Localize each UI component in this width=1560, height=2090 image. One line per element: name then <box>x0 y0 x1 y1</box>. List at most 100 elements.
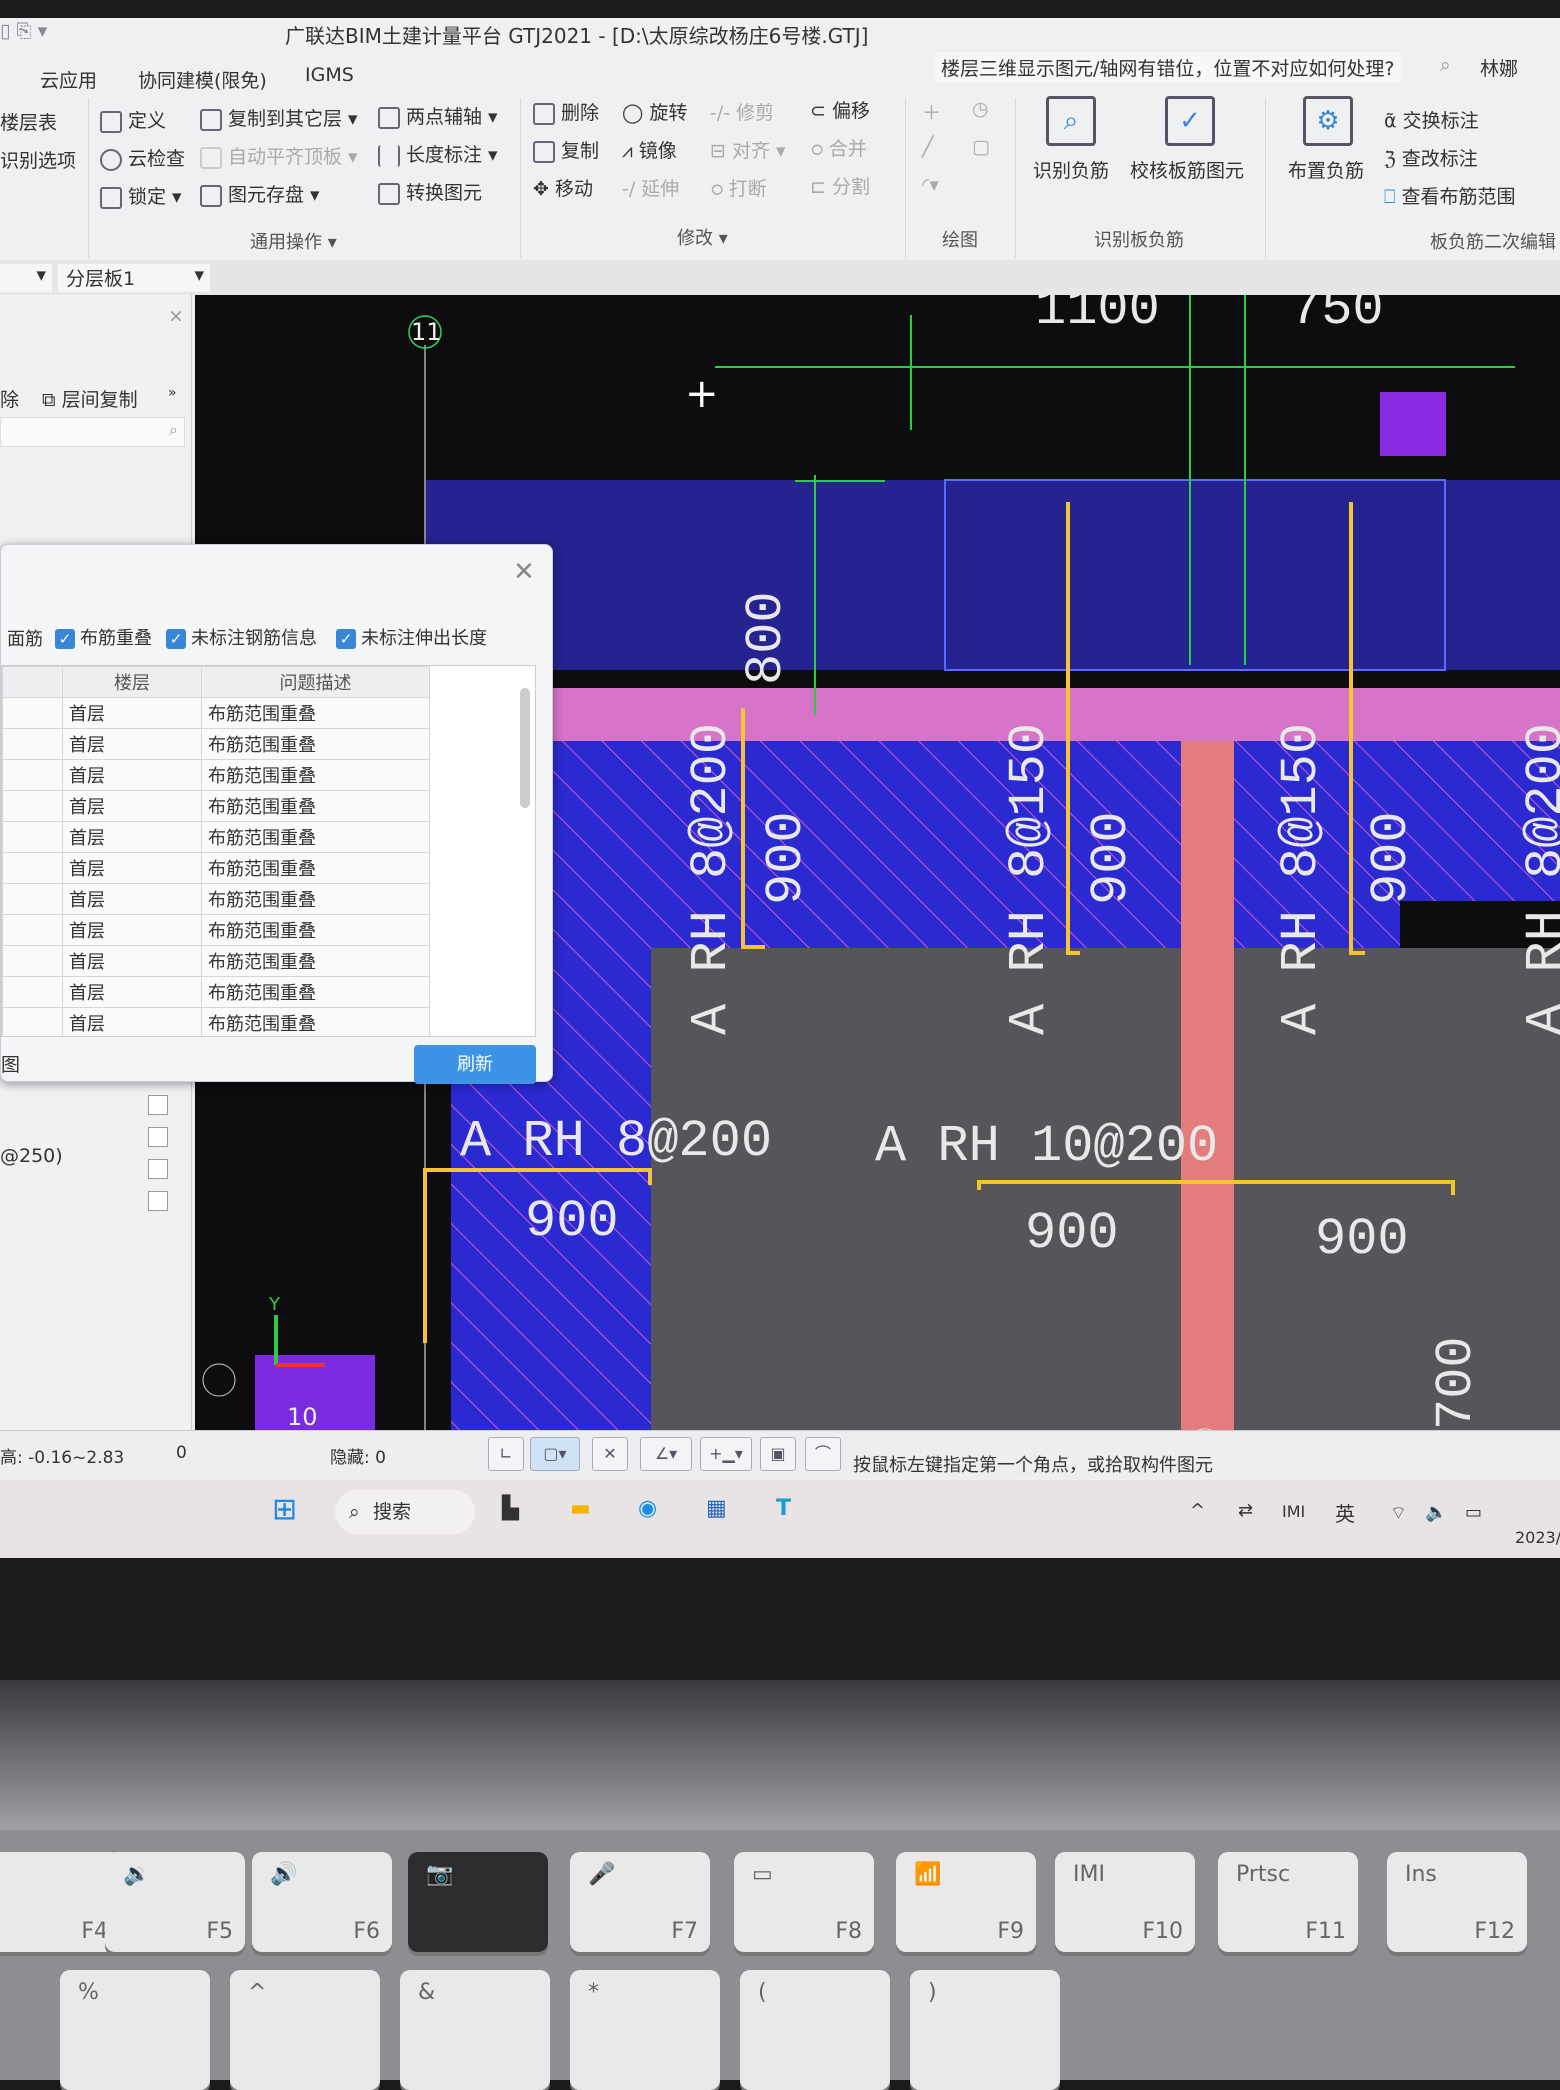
tray-sync-icon[interactable]: ⇄ <box>1238 1500 1253 1521</box>
delete-layer-button[interactable]: 除 <box>0 385 19 412</box>
key-f5[interactable]: 🔉 F5 <box>105 1852 245 1952</box>
align-button[interactable]: ⊟ 对齐 ▾ <box>710 136 786 163</box>
more-icon[interactable]: » <box>168 385 177 401</box>
circle-tool-icon[interactable]: ◷ <box>972 98 989 120</box>
floor-dropdown[interactable]: ▾ <box>0 264 52 292</box>
filter-no-length[interactable]: ✓ 未标注伸出长度 <box>336 624 487 650</box>
offset-button[interactable]: ⊂ 偏移 <box>810 96 870 123</box>
table-row[interactable]: 首层 布筋范围重叠 <box>2 790 430 822</box>
gtj-app-icon[interactable]: T <box>776 1496 791 1521</box>
column-header[interactable] <box>2 666 63 698</box>
checkbox[interactable] <box>148 1159 168 1179</box>
column-header-floor[interactable]: 楼层 <box>62 666 202 698</box>
recognize-rebar-button[interactable]: 识别负筋 <box>1033 156 1109 183</box>
line-tool-icon[interactable]: ╱ <box>922 136 933 158</box>
checkbox[interactable] <box>148 1095 168 1115</box>
check-rebar-button[interactable]: 校核板筋图元 <box>1130 156 1244 183</box>
tray-chevron-icon[interactable]: ^ <box>1190 1500 1205 1521</box>
taskbar-search[interactable]: ⌕ 搜索 <box>335 1490 475 1534</box>
tray-ime-icon[interactable]: IMI <box>1282 1502 1305 1521</box>
arc-snap-icon[interactable]: ⌒ <box>805 1437 841 1471</box>
key-f10[interactable]: IMI F10 <box>1055 1852 1195 1952</box>
cad-app-icon[interactable]: ▦ <box>706 1496 727 1521</box>
rect-tool-icon[interactable]: ▢ <box>972 136 990 158</box>
display-icon[interactable]: ▣ <box>760 1437 796 1471</box>
checkbox-checked[interactable]: ✓ <box>166 629 186 649</box>
move-button[interactable]: ✥ 移动 <box>533 174 593 201</box>
copy-button[interactable]: 复制 <box>533 136 599 163</box>
key-symbol[interactable]: ( <box>740 1970 890 2090</box>
menu-igms[interactable]: IGMS <box>305 64 354 86</box>
key-symbol[interactable]: ) <box>910 1970 1060 2090</box>
key-f8[interactable]: ▭ F8 <box>734 1852 874 1952</box>
point-tool-icon[interactable]: ＋ <box>922 98 941 125</box>
checkbox[interactable] <box>148 1191 168 1211</box>
key-symbol[interactable]: & <box>400 1970 550 2090</box>
tray-lang[interactable]: 英 <box>1335 1498 1355 1527</box>
trim-button[interactable]: -/- 修剪 <box>710 98 774 125</box>
convert-element-button[interactable]: 转换图元 <box>378 178 482 205</box>
cloud-check-button[interactable]: 云检查 <box>100 144 185 171</box>
task-view-icon[interactable]: ▙ <box>502 1496 519 1521</box>
key-f12[interactable]: Ins F12 <box>1387 1852 1527 1952</box>
edge-icon[interactable]: ◉ <box>638 1496 657 1521</box>
windows-start-icon[interactable]: ⊞ <box>272 1492 297 1527</box>
edit-label-button[interactable]: ℨ 查改标注 <box>1384 144 1478 171</box>
table-row[interactable]: 首层 布筋范围重叠 <box>2 1007 430 1036</box>
close-icon[interactable]: ✕ <box>513 557 535 587</box>
extend-button[interactable]: -/ 延伸 <box>622 174 679 201</box>
key-f7[interactable]: 🎤 F7 <box>570 1852 710 1952</box>
cross-icon[interactable]: ✕ <box>592 1437 628 1471</box>
table-row[interactable]: 首层 布筋范围重叠 <box>2 697 430 729</box>
scrollbar[interactable] <box>520 688 530 808</box>
split-button[interactable]: ⊏ 分割 <box>810 172 870 199</box>
table-row[interactable]: 首层 布筋范围重叠 <box>2 914 430 946</box>
break-button[interactable]: ഠ 打断 <box>710 174 767 201</box>
merge-button[interactable]: ഠ 合并 <box>810 134 867 161</box>
table-row[interactable]: 首层 布筋范围重叠 <box>2 976 430 1008</box>
auto-align-button[interactable]: 自动平齐顶板 ▾ <box>200 142 358 169</box>
user-name[interactable]: 林娜 <box>1480 54 1518 81</box>
clock-date[interactable]: 2023/ <box>1515 1528 1560 1547</box>
volume-icon[interactable]: 🔈 <box>1425 1502 1447 1523</box>
wifi-icon[interactable]: ⌔ <box>1390 1502 1407 1525</box>
refresh-button[interactable]: 刷新 <box>414 1045 536 1084</box>
delete-button[interactable]: 删除 <box>533 98 599 125</box>
offset-snap-icon[interactable]: +▁▾ <box>700 1437 752 1471</box>
checkbox-checked[interactable]: ✓ <box>55 629 75 649</box>
table-row[interactable]: 首层 布筋范围重叠 <box>2 945 430 977</box>
two-point-axis-button[interactable]: 两点辅轴 ▾ <box>378 102 498 129</box>
table-row[interactable]: 首层 布筋范围重叠 <box>2 728 430 760</box>
rotate-button[interactable]: ◯ 旋转 <box>622 98 687 125</box>
key-symbol[interactable]: % <box>60 1970 210 2090</box>
copy-between-floors-button[interactable]: ⧉ 层间复制 <box>42 385 138 412</box>
checkbox-checked[interactable]: ✓ <box>336 629 356 649</box>
swap-label-button[interactable]: ᾶ 交换标注 <box>1384 106 1479 133</box>
ortho-icon[interactable]: ∟ <box>488 1437 524 1471</box>
key-symbol[interactable]: * <box>570 1970 720 2090</box>
table-row[interactable]: 首层 布筋范围重叠 <box>2 759 430 791</box>
lock-button[interactable]: 锁定 ▾ <box>100 182 182 209</box>
arc-tool-icon[interactable]: ◜▾ <box>922 174 939 196</box>
copy-to-floor-button[interactable]: 复制到其它层 ▾ <box>200 104 358 131</box>
key-f4[interactable]: F4 <box>0 1852 120 1952</box>
mirror-button[interactable]: ⩘ 镜像 <box>622 136 677 163</box>
length-dim-button[interactable]: 长度标注 ▾ <box>378 140 498 167</box>
quick-access-icon[interactable]: ▯ ⎘ ▾ <box>0 20 47 42</box>
place-rebar-button[interactable]: 布置负筋 <box>1288 156 1364 183</box>
panel-close-icon[interactable]: × <box>168 305 184 327</box>
filter-no-info[interactable]: ✓ 未标注钢筋信息 <box>166 624 317 650</box>
angle-icon[interactable]: ∠▾ <box>640 1437 692 1471</box>
key-symbol[interactable]: ^ <box>230 1970 380 2090</box>
ribbon-floor-table[interactable]: 楼层表 <box>0 108 57 135</box>
table-row[interactable]: 首层 布筋范围重叠 <box>2 883 430 915</box>
layer-dropdown[interactable]: 分层板1 ▾ <box>58 264 210 292</box>
filter-overlap[interactable]: ✓ 布筋重叠 <box>55 624 152 650</box>
table-row[interactable]: 首层 布筋范围重叠 <box>2 821 430 853</box>
menu-cloud[interactable]: 云应用 <box>40 66 97 93</box>
search-hint[interactable]: 楼层三维显示图元/轴网有错位，位置不对应如何处理? <box>935 52 1401 83</box>
key-camera[interactable]: 📷 <box>408 1852 548 1952</box>
key-f9[interactable]: 📶 F9 <box>896 1852 1036 1952</box>
table-row[interactable]: 首层 布筋范围重叠 <box>2 852 430 884</box>
select-rect-icon[interactable]: ▢▾ <box>530 1437 580 1471</box>
